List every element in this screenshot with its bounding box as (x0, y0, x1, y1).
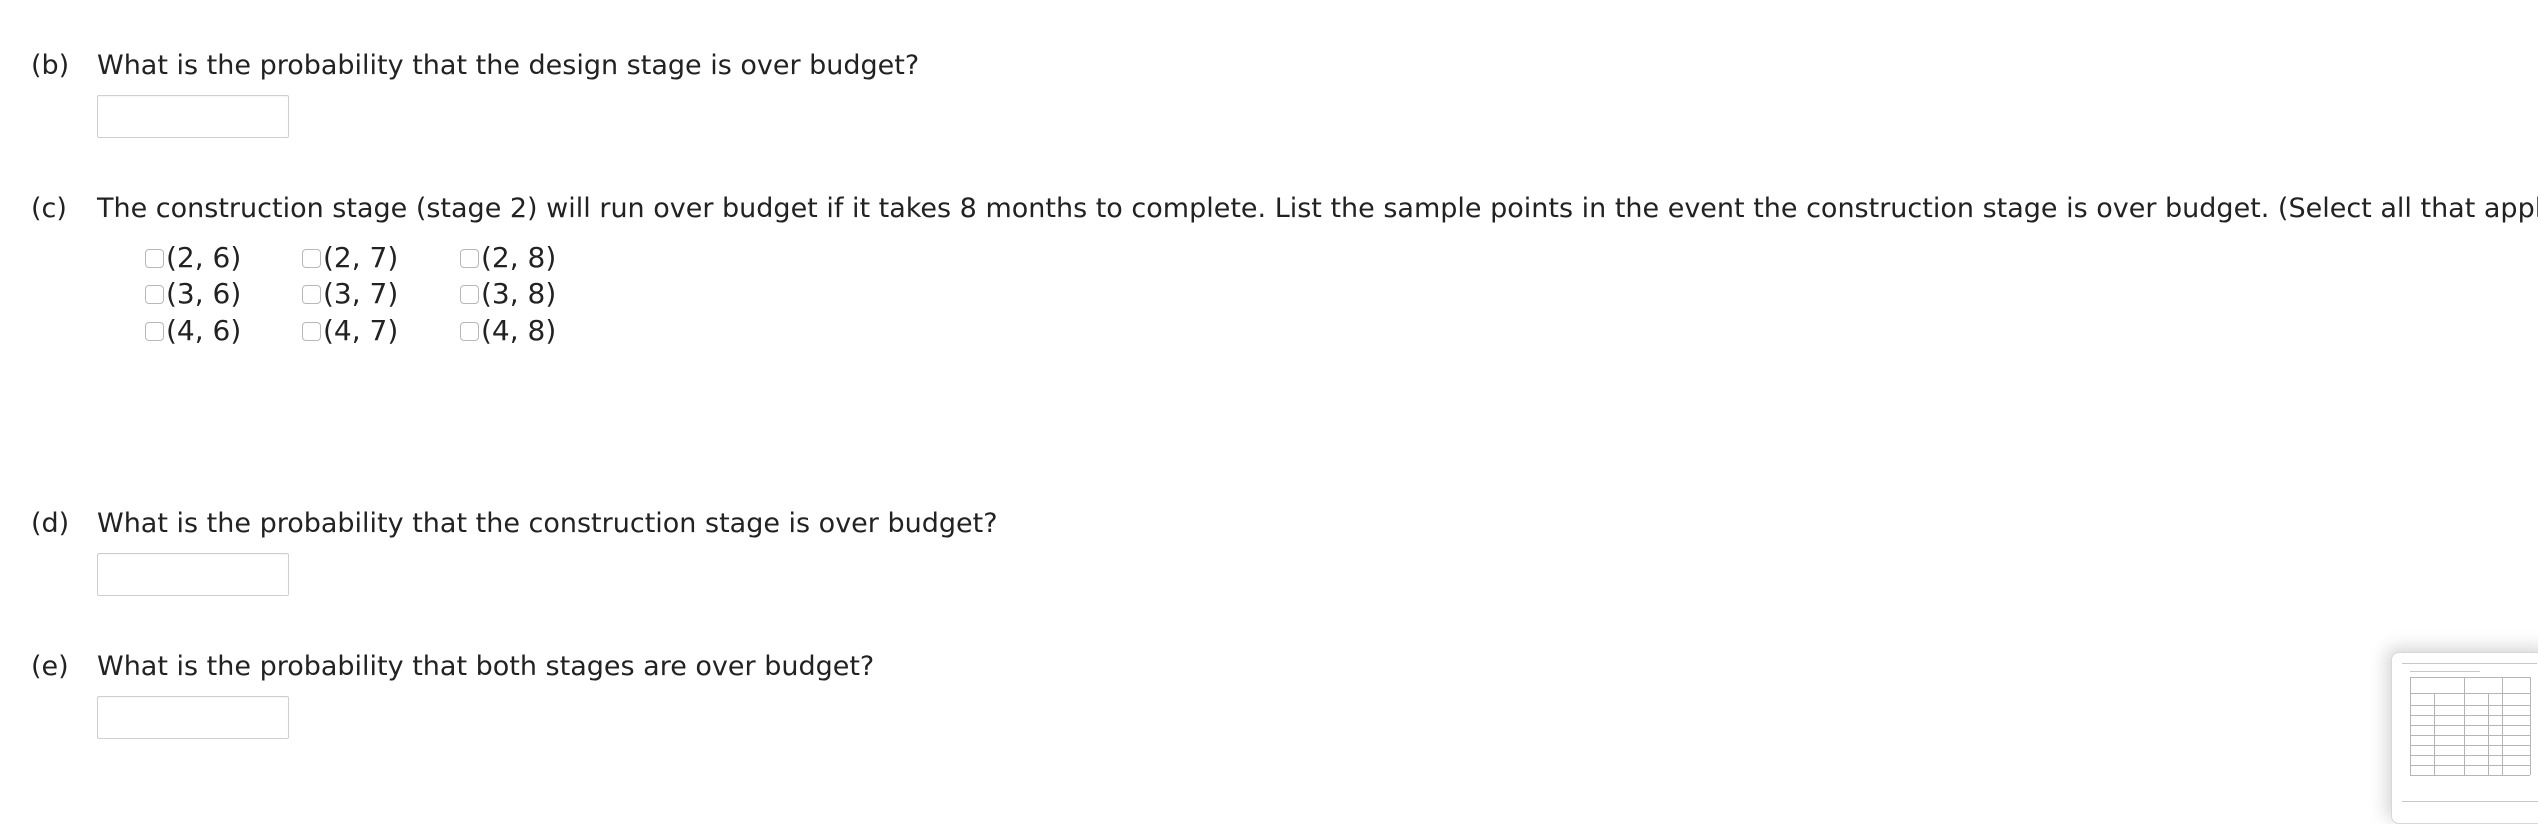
checkbox[interactable] (460, 248, 479, 268)
thumb-table-rule (2410, 745, 2530, 746)
thumb-table-rule (2434, 693, 2435, 775)
option-label: (2, 8) (481, 241, 557, 274)
option-label: (4, 7) (323, 314, 399, 347)
thumb-table-rule (2410, 765, 2530, 766)
checkbox[interactable] (302, 321, 321, 341)
thumb-table-rule (2410, 755, 2530, 756)
thumb-text-line (2410, 671, 2480, 672)
checkbox[interactable] (460, 321, 479, 341)
option-label: (3, 6) (166, 277, 242, 310)
option-4-7[interactable]: (4, 7) (302, 313, 398, 349)
checkbox[interactable] (145, 284, 164, 304)
answer-d-input[interactable] (98, 554, 288, 595)
thumb-table-rule (2502, 677, 2503, 775)
thumb-text-line (2402, 663, 2537, 664)
reference-table-thumbnail[interactable] (2391, 652, 2538, 824)
option-4-8[interactable]: (4, 8) (460, 313, 556, 349)
answer-e-field[interactable] (97, 696, 289, 739)
question-c-text: The construction stage (stage 2) will ru… (97, 193, 2538, 224)
question-b-label: (b) (31, 50, 70, 81)
option-3-8[interactable]: (3, 8) (460, 276, 556, 312)
option-3-7[interactable]: (3, 7) (302, 276, 398, 312)
option-label: (4, 8) (481, 314, 557, 347)
option-3-6[interactable]: (3, 6) (145, 276, 241, 312)
thumb-table-rule (2410, 735, 2530, 736)
option-label: (2, 7) (323, 241, 399, 274)
thumb-table-rule (2410, 693, 2530, 694)
answer-e-input[interactable] (98, 697, 288, 738)
option-label: (2, 6) (166, 241, 242, 274)
checkbox[interactable] (145, 321, 164, 341)
answer-b-field[interactable] (97, 95, 289, 138)
question-e-label: (e) (31, 651, 69, 682)
thumb-table-rule (2464, 677, 2465, 775)
thumb-table-rule (2410, 715, 2530, 716)
checkbox[interactable] (145, 248, 164, 268)
question-d-label: (d) (31, 508, 70, 539)
checkbox[interactable] (460, 284, 479, 304)
option-2-6[interactable]: (2, 6) (145, 240, 241, 276)
option-2-8[interactable]: (2, 8) (460, 240, 556, 276)
answer-d-field[interactable] (97, 553, 289, 596)
thumb-table-rule (2410, 677, 2411, 775)
thumb-table-rule (2410, 677, 2530, 678)
checkbox[interactable] (302, 248, 321, 268)
answer-b-input[interactable] (98, 96, 288, 137)
checkbox[interactable] (302, 284, 321, 304)
option-4-6[interactable]: (4, 6) (145, 313, 241, 349)
question-b-text: What is the probability that the design … (97, 50, 920, 81)
option-label: (3, 8) (481, 277, 557, 310)
thumb-table-rule (2488, 693, 2489, 775)
thumb-text-line (2402, 801, 2538, 802)
option-label: (4, 6) (166, 314, 242, 347)
option-2-7[interactable]: (2, 7) (302, 240, 398, 276)
thumb-table-rule (2410, 725, 2530, 726)
thumb-table-rule (2530, 677, 2531, 775)
question-d-text: What is the probability that the constru… (97, 508, 998, 539)
thumb-table-rule (2410, 775, 2530, 776)
option-label: (3, 7) (323, 277, 399, 310)
thumb-table-rule (2410, 705, 2530, 706)
question-e-text: What is the probability that both stages… (97, 651, 875, 682)
question-c-label: (c) (31, 193, 67, 224)
